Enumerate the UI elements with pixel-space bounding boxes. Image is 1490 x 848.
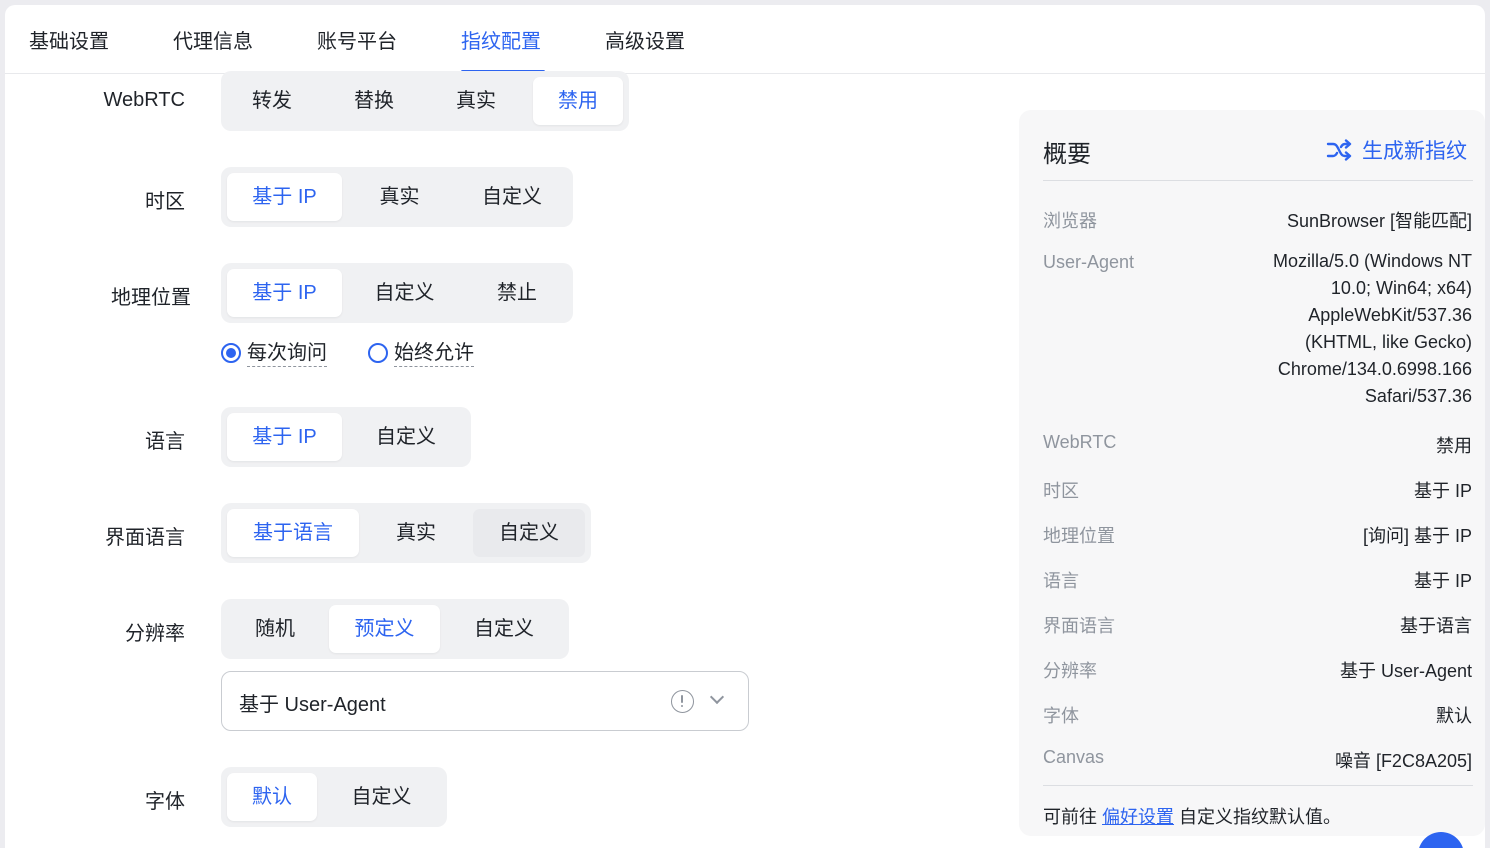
ui-language-option-real[interactable]: 真实 [364, 509, 468, 557]
radio-unselected-icon [368, 343, 388, 363]
language-segmented-control: 基于 IP 自定义 [221, 407, 471, 467]
geolocation-option-forbid[interactable]: 禁止 [467, 269, 567, 317]
language-option-custom[interactable]: 自定义 [347, 413, 465, 461]
tab-account-platform[interactable]: 账号平台 [317, 25, 397, 73]
summary-key-user-agent: User-Agent [1043, 252, 1135, 272]
webrtc-option-forward[interactable]: 转发 [227, 77, 317, 125]
resolution-select-value: 基于 User-Agent [239, 694, 386, 716]
webrtc-option-disabled[interactable]: 禁用 [533, 77, 623, 125]
resolution-segmented-control: 随机 预定义 自定义 [221, 599, 569, 659]
webrtc-option-real[interactable]: 真实 [431, 77, 521, 125]
summary-card: 概要 生成新指纹 浏览器 SunBrowser [智能匹配] User-Agen… [1019, 110, 1485, 836]
ui-language-label: 界面语言 [105, 527, 185, 549]
webrtc-option-replace[interactable]: 替换 [329, 77, 419, 125]
tab-bar: 基础设置 代理信息 账号平台 指纹配置 高级设置 [5, 5, 1485, 74]
radio-ask-label: 每次询问 [247, 340, 327, 367]
summary-value-user-agent: Mozilla/5.0 (Windows NT 10.0; Win64; x64… [1272, 251, 1472, 406]
summary-value-timezone: 基于 IP [1413, 481, 1472, 501]
geolocation-label: 地理位置 [111, 287, 191, 309]
summary-key-browser: 浏览器 [1043, 211, 1097, 231]
fonts-option-default[interactable]: 默认 [227, 773, 317, 821]
summary-value-geolocation: [询问] 基于 IP [1362, 526, 1472, 546]
summary-value-webrtc: 禁用 [1436, 436, 1472, 456]
summary-value-browser: SunBrowser [智能匹配] [1286, 211, 1472, 231]
geolocation-option-custom[interactable]: 自定义 [347, 269, 462, 317]
fingerprint-config-panel: 基础设置 代理信息 账号平台 指纹配置 高级设置 WebRTC 转发 替换 真实… [5, 5, 1485, 848]
timezone-label: 时区 [145, 191, 185, 213]
geolocation-option-ip[interactable]: 基于 IP [227, 269, 342, 317]
warning-circle-icon[interactable] [671, 690, 694, 713]
tab-basic-settings[interactable]: 基础设置 [29, 25, 109, 73]
summary-value-language: 基于 IP [1413, 571, 1472, 591]
preferences-link[interactable]: 偏好设置 [1102, 807, 1174, 827]
language-label: 语言 [145, 431, 185, 453]
tab-advanced-settings[interactable]: 高级设置 [605, 25, 685, 73]
summary-value-resolution: 基于 User-Agent [1339, 661, 1472, 681]
ui-language-option-by-language[interactable]: 基于语言 [227, 509, 359, 557]
ui-language-segmented-control: 基于语言 真实 自定义 [221, 503, 591, 563]
generate-fingerprint-button[interactable]: 生成新指纹 [1326, 135, 1467, 165]
resolution-option-random[interactable]: 随机 [227, 605, 323, 653]
timezone-option-custom[interactable]: 自定义 [457, 173, 567, 221]
footer-prefix: 可前往 [1043, 807, 1097, 827]
summary-key-webrtc: WebRTC [1043, 432, 1117, 452]
language-option-ip[interactable]: 基于 IP [227, 413, 342, 461]
summary-key-resolution: 分辨率 [1043, 661, 1097, 681]
fonts-segmented-control: 默认 自定义 [221, 767, 447, 827]
resolution-option-predefined[interactable]: 预定义 [329, 605, 440, 653]
resolution-select[interactable]: 基于 User-Agent [221, 671, 749, 731]
summary-divider-bottom [1043, 785, 1473, 786]
webrtc-label: WebRTC [103, 89, 185, 111]
radio-selected-icon [221, 343, 241, 363]
chevron-down-icon [709, 689, 725, 705]
summary-value-fonts: 默认 [1436, 706, 1472, 726]
timezone-segmented-control: 基于 IP 真实 自定义 [221, 167, 573, 227]
summary-key-fonts: 字体 [1043, 706, 1079, 726]
footer-suffix: 自定义指纹默认值。 [1179, 807, 1342, 827]
summary-key-ui-language: 界面语言 [1043, 616, 1115, 636]
summary-key-language: 语言 [1043, 571, 1079, 591]
shuffle-icon [1326, 139, 1352, 161]
resolution-option-custom[interactable]: 自定义 [445, 605, 563, 653]
generate-fingerprint-label: 生成新指纹 [1362, 140, 1467, 163]
tab-proxy-info[interactable]: 代理信息 [173, 25, 253, 73]
summary-footer: 可前往 偏好设置 自定义指纹默认值。 [1043, 803, 1341, 829]
geolocation-radio-always-allow[interactable]: 始终允许 [368, 338, 474, 368]
webrtc-segmented-control: 转发 替换 真实 禁用 [221, 71, 629, 131]
summary-key-canvas: Canvas [1043, 747, 1105, 767]
ui-language-option-custom[interactable]: 自定义 [473, 509, 585, 557]
summary-divider-top [1043, 180, 1473, 181]
resolution-label: 分辨率 [125, 623, 185, 645]
timezone-option-real[interactable]: 真实 [347, 173, 452, 221]
summary-key-geolocation: 地理位置 [1043, 526, 1115, 546]
fonts-option-custom[interactable]: 自定义 [322, 773, 441, 821]
summary-key-timezone: 时区 [1043, 481, 1079, 501]
fonts-label: 字体 [145, 791, 185, 813]
summary-value-canvas: 噪音 [F2C8A205] [1334, 751, 1472, 771]
radio-always-allow-label: 始终允许 [394, 340, 474, 367]
geolocation-radio-ask[interactable]: 每次询问 [221, 338, 327, 368]
summary-title: 概要 [1043, 141, 1091, 168]
geolocation-segmented-control: 基于 IP 自定义 禁止 [221, 263, 573, 323]
timezone-option-ip[interactable]: 基于 IP [227, 173, 342, 221]
tab-fingerprint-config[interactable]: 指纹配置 [461, 25, 541, 73]
summary-value-ui-language: 基于语言 [1400, 616, 1472, 636]
